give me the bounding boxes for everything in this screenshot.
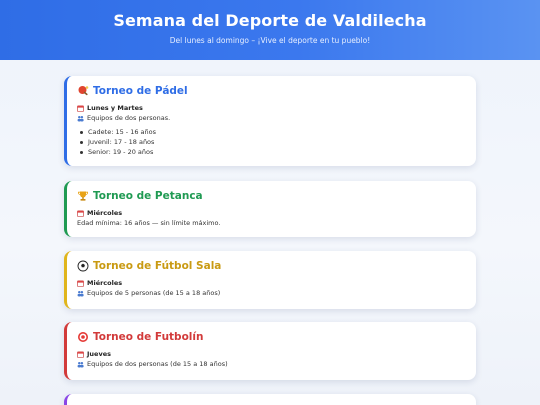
event-title-row: Torneo de Fútbol Sala (77, 260, 466, 272)
event-day: Lunes y Martes (77, 103, 466, 113)
event-day-text: Jueves (87, 350, 111, 358)
event-card-petanca: Torneo de Petanca Miércoles Edad mínima:… (64, 181, 476, 237)
calendar-icon (77, 351, 84, 358)
page-title: Semana del Deporte de Valdilecha (113, 11, 427, 30)
list-item: Senior: 19 - 20 años (77, 147, 466, 157)
calendar-icon (77, 105, 84, 112)
soccer-ball-icon (77, 260, 89, 272)
calendar-icon (77, 210, 84, 217)
people-icon (77, 361, 84, 367)
event-day: Miércoles (77, 208, 466, 218)
page-header: Semana del Deporte de Valdilecha Del lun… (0, 0, 540, 60)
event-day-text: Lunes y Martes (87, 104, 143, 112)
event-detail-text: Equipos de dos personas. (87, 114, 171, 122)
people-icon (77, 115, 84, 121)
event-card-futbol-sala: Torneo de Fútbol Sala Miércoles Equipos … (64, 251, 476, 309)
event-title: Torneo de Pádel (93, 85, 188, 97)
event-title: Torneo de Fútbol Sala (93, 260, 222, 272)
event-detail-text: Equipos de 5 personas (de 15 a 18 años) (87, 289, 221, 297)
event-detail: Equipos de 5 personas (de 15 a 18 años) (77, 288, 466, 298)
page-subtitle: Del lunes al domingo – ¡Vive el deporte … (169, 36, 371, 45)
target-icon (78, 332, 88, 342)
event-card-padel: Torneo de Pádel Lunes y Martes Equipos d… (64, 76, 476, 166)
event-title: Torneo de Futbolín (93, 331, 204, 343)
event-title: Torneo de Petanca (93, 190, 203, 202)
event-day: Jueves (77, 349, 466, 359)
calendar-icon (77, 280, 84, 287)
people-icon (77, 290, 84, 296)
event-card-futbolin: Torneo de Futbolín Jueves Equipos de dos… (64, 322, 476, 380)
event-title-row: Torneo de Petanca (77, 190, 466, 202)
event-title-row: Torneo de Futbolín (77, 331, 466, 343)
trophy-icon (77, 191, 89, 201)
ping-pong-icon (78, 86, 89, 96)
event-detail-text: Edad mínima: 16 años — sin límite máximo… (77, 219, 221, 227)
category-list: Cadete: 15 - 16 años Juvenil: 17 - 18 añ… (77, 127, 466, 157)
event-day: Miércoles (77, 278, 466, 288)
list-item: Juvenil: 17 - 18 años (77, 137, 466, 147)
event-detail: Equipos de dos personas. (77, 113, 466, 123)
event-day-text: Miércoles (87, 279, 123, 287)
event-card-next (64, 394, 476, 405)
event-day-text: Miércoles (87, 209, 123, 217)
event-title-row: Torneo de Pádel (77, 85, 466, 97)
event-detail: Edad mínima: 16 años — sin límite máximo… (77, 218, 466, 228)
event-detail: Equipos de dos personas (de 15 a 18 años… (77, 359, 466, 369)
event-detail-text: Equipos de dos personas (de 15 a 18 años… (87, 360, 228, 368)
list-item: Cadete: 15 - 16 años (77, 127, 466, 137)
